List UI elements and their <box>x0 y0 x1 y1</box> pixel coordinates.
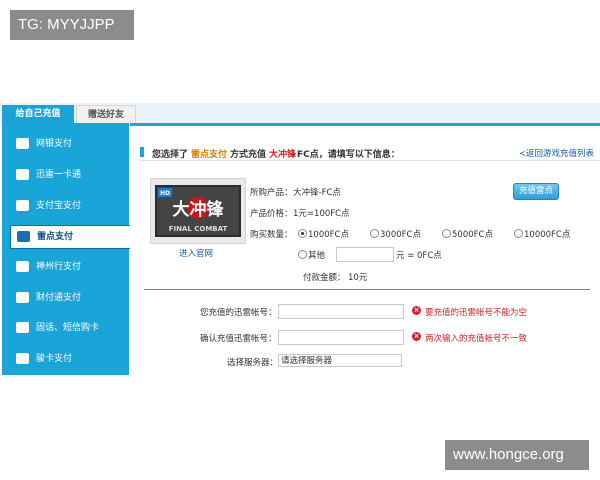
amount-label: 付款金额： <box>303 273 346 283</box>
account-label: 您充值的迅雷帐号： <box>200 308 277 318</box>
payment-sidebar: 网银支付 迅雷一卡通 支付宝支付 雷点支付 神州行支付 财付通支付 固话、短信购… <box>2 123 133 375</box>
thunder-icon <box>17 231 30 242</box>
option-10000-label: 10000FC点 <box>524 230 571 240</box>
junka-icon <box>16 353 29 364</box>
sidebar-item-label: 财付通支付 <box>36 293 82 303</box>
mobile-icon <box>16 261 29 272</box>
header-accent-bar <box>140 147 144 157</box>
server-label: 选择服务器： <box>227 358 279 368</box>
hd-badge: HD <box>160 190 170 197</box>
info-text-part3: FC点，请填写以下信息： <box>297 150 400 160</box>
recharge-leidian-button[interactable]: 充值雷点 <box>513 183 559 200</box>
sidebar-item-leidian[interactable]: 雷点支付 <box>10 225 133 249</box>
confirm-error-text: 两次输入的充值帐号不一致 <box>425 334 528 344</box>
option-5000-radio[interactable] <box>442 229 451 238</box>
tenpay-icon <box>16 292 29 303</box>
confirm-account-input[interactable] <box>278 330 404 345</box>
official-site-link[interactable]: 进入官网 <box>179 247 213 259</box>
sidebar-item-tenpay[interactable]: 财付通支付 <box>10 287 123 309</box>
sidebar-item-phone-sms[interactable]: 固话、短信购卡 <box>10 317 123 339</box>
purchase-label: 所购产品： <box>250 188 293 198</box>
sidebar-item-shenzhouxing[interactable]: 神州行支付 <box>10 256 123 278</box>
confirm-account-label: 确认充值迅雷帐号： <box>200 334 277 344</box>
info-text-part2: 方式充值 <box>230 150 267 160</box>
tab-bar: 给自己充值 赠送好友 <box>0 103 600 123</box>
info-header: 您选择了 雷点支付 方式充值 大冲锋 FC点，请填写以下信息： ≺返回游戏充值列… <box>140 144 600 161</box>
watermark-bottom-right: www.hongce.org <box>445 440 589 470</box>
info-text-part1: 您选择了 <box>152 150 189 160</box>
sidebar-item-label: 网银支付 <box>36 139 73 149</box>
selected-game: 大冲锋 <box>269 150 297 160</box>
account-input[interactable] <box>278 304 404 319</box>
sidebar-item-label: 迅雷一卡通 <box>36 170 82 180</box>
sidebar-item-label: 神州行支付 <box>36 262 82 272</box>
option-other-radio[interactable] <box>298 250 307 259</box>
price-label: 产品价格： <box>250 209 293 219</box>
option-other-label: 其他 <box>308 251 326 261</box>
sidebar-item-xunlei-card[interactable]: 迅雷一卡通 <box>10 164 123 186</box>
game-logo-subtitle: FINAL COMBAT <box>169 225 228 233</box>
account-error-text: 要充值的迅雷帐号不能为空 <box>425 308 528 318</box>
sidebar-item-label: 骏卡支付 <box>36 354 73 364</box>
sidebar-item-bank[interactable]: 网银支付 <box>10 133 123 155</box>
selected-method: 雷点支付 <box>191 150 228 160</box>
alipay-icon <box>16 200 29 211</box>
option-1000-label: 1000FC点 <box>308 230 349 240</box>
sidebar-item-alipay[interactable]: 支付宝支付 <box>10 195 123 217</box>
option-10000-radio[interactable] <box>514 229 523 238</box>
card-icon <box>16 169 29 180</box>
purchase-value: 大冲锋-FC点 <box>293 188 341 198</box>
other-conversion-text: 元 = 0FC点 <box>396 251 442 261</box>
game-logo-card: 大冲锋 FINAL COMBAT HD <box>150 178 246 244</box>
qty-label: 购买数量： <box>250 230 293 240</box>
option-3000-radio[interactable] <box>370 229 379 238</box>
option-1000-radio[interactable] <box>298 229 307 238</box>
phone-icon <box>16 322 29 333</box>
error-icon: × <box>412 306 421 315</box>
watermark-top-left: TG: MYYJJPP <box>10 10 134 40</box>
option-3000-label: 3000FC点 <box>380 230 421 240</box>
game-logo: 大冲锋 FINAL COMBAT HD <box>155 185 241 237</box>
option-5000-label: 5000FC点 <box>452 230 493 240</box>
tab-recharge-self[interactable]: 给自己充值 <box>2 105 74 123</box>
recharge-panel: 您选择了 雷点支付 方式充值 大冲锋 FC点，请填写以下信息： ≺返回游戏充值列… <box>130 123 600 378</box>
error-icon: × <box>412 332 421 341</box>
server-select[interactable]: 请选择服务器 <box>278 354 402 367</box>
sidebar-item-label: 支付宝支付 <box>36 201 82 211</box>
tab-gift-friend[interactable]: 赠送好友 <box>76 105 136 123</box>
bank-card-icon <box>16 138 29 149</box>
section-divider <box>144 289 590 290</box>
back-to-list-link[interactable]: ≺返回游戏充值列表 <box>519 147 594 159</box>
price-value: 1元=100FC点 <box>293 209 350 219</box>
game-logo-text: 大冲锋 <box>173 199 225 220</box>
sidebar-item-label: 雷点支付 <box>37 232 74 242</box>
amount-value: 10元 <box>348 273 368 283</box>
sidebar-item-label: 固话、短信购卡 <box>36 323 100 333</box>
other-amount-input[interactable] <box>336 247 394 262</box>
sidebar-item-junka[interactable]: 骏卡支付 <box>10 348 123 370</box>
